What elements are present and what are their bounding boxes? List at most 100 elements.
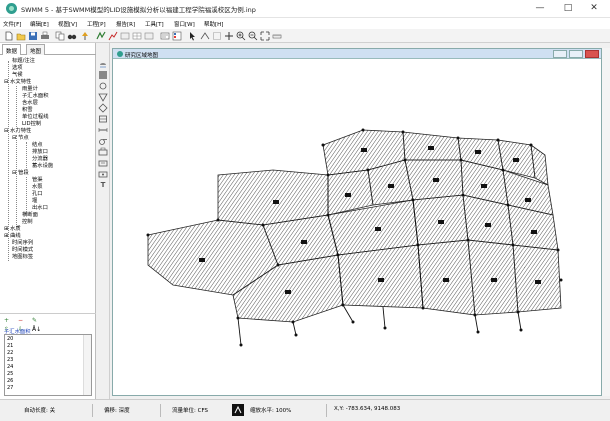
tree-node[interactable]: 含水层 <box>22 100 38 106</box>
junction-node[interactable] <box>466 238 470 242</box>
conduit[interactable] <box>237 317 242 346</box>
run-icon[interactable] <box>96 31 106 41</box>
junction-node[interactable] <box>291 320 295 324</box>
pan-icon[interactable] <box>224 31 234 41</box>
tree-node[interactable]: ⊟ 节点 <box>12 135 29 141</box>
conduit[interactable] <box>474 314 479 333</box>
junction-node[interactable] <box>556 248 560 252</box>
auto-length-status[interactable]: 自动长度: 关 <box>24 406 55 414</box>
junction-node[interactable] <box>276 263 280 267</box>
find-icon[interactable] <box>67 31 77 41</box>
list-item[interactable]: 25 <box>7 371 13 377</box>
junction-node[interactable] <box>326 173 330 177</box>
subcatchment[interactable] <box>530 144 549 186</box>
outlet-tool-icon[interactable] <box>98 169 108 179</box>
tree-node[interactable]: 气候 <box>12 72 23 78</box>
list-item[interactable]: 24 <box>7 364 13 370</box>
print-icon[interactable] <box>40 31 50 41</box>
tab-data[interactable]: 数据 <box>2 44 22 55</box>
options-icon[interactable] <box>160 31 170 41</box>
menu-window[interactable]: 窗口[W] <box>174 20 195 28</box>
close-button[interactable]: ✕ <box>582 2 606 15</box>
subcatchment[interactable] <box>467 239 519 316</box>
junction-node[interactable] <box>366 168 370 172</box>
subcatchment[interactable] <box>512 244 562 313</box>
maximize-button[interactable]: □ <box>556 2 580 15</box>
conduit[interactable] <box>342 304 354 323</box>
junction-tool-icon[interactable] <box>98 81 108 91</box>
menu-tools[interactable]: 工具[T] <box>145 20 164 28</box>
junction-node[interactable] <box>473 313 477 317</box>
label-tool-icon[interactable]: T <box>98 180 108 190</box>
tree-node[interactable]: 堰 <box>32 198 37 204</box>
tree-node[interactable]: 标题/注注 <box>12 58 35 64</box>
zoom-out-icon[interactable] <box>248 31 258 41</box>
add-object-button[interactable]: + <box>4 317 9 324</box>
flow-units-status[interactable]: 流量单位: CFS <box>172 406 208 414</box>
select-pointer-icon[interactable] <box>188 31 198 41</box>
full-extent-icon[interactable] <box>260 31 270 41</box>
tree-node[interactable]: 横断面 <box>22 212 38 218</box>
divider-tool-icon[interactable] <box>98 103 108 113</box>
junction-node[interactable] <box>321 143 325 147</box>
minimize-button[interactable]: — <box>528 2 552 15</box>
list-scrollbar[interactable] <box>83 335 91 395</box>
offsets-status[interactable]: 偏移: 深度 <box>104 406 130 414</box>
menu-edit[interactable]: 编辑[E] <box>30 20 49 28</box>
conduit[interactable] <box>382 306 386 329</box>
legend-icon[interactable] <box>172 31 182 41</box>
map-minimize-button[interactable] <box>553 50 567 58</box>
list-item[interactable]: 27 <box>7 385 13 391</box>
edit-object-button[interactable]: ✎ <box>32 317 37 324</box>
measure-icon[interactable] <box>272 31 282 41</box>
tree-node[interactable]: LID控制 <box>22 121 41 127</box>
sort-button[interactable]: Å↓ <box>32 326 41 333</box>
tree-node[interactable]: 积雪 <box>22 107 33 113</box>
list-item[interactable]: 21 <box>7 343 13 349</box>
conduit[interactable] <box>292 321 297 336</box>
table-icon[interactable] <box>132 31 142 41</box>
copy-icon[interactable] <box>55 31 65 41</box>
list-item[interactable]: 20 <box>7 336 13 342</box>
junction-node[interactable] <box>421 306 425 310</box>
tree-node[interactable]: ⊞ 曲线 <box>4 233 21 239</box>
junction-node[interactable] <box>239 343 243 347</box>
tree-node[interactable]: 结点 <box>32 142 43 148</box>
tree-node[interactable]: 子汇水面积 <box>22 93 49 99</box>
tab-map[interactable]: 地图 <box>26 44 46 55</box>
junction-node[interactable] <box>261 223 265 227</box>
junction-node[interactable] <box>411 198 415 202</box>
tree-node[interactable]: 地图标签 <box>12 254 33 260</box>
junction-node[interactable] <box>146 233 150 237</box>
menu-view[interactable]: 视图[V] <box>58 20 77 28</box>
zoom-in-icon[interactable] <box>236 31 246 41</box>
junction-node[interactable] <box>519 328 523 332</box>
stats-icon[interactable] <box>144 31 154 41</box>
junction-node[interactable] <box>216 218 220 222</box>
tree-node[interactable]: 出水口 <box>32 205 48 211</box>
subcatchment[interactable] <box>217 169 329 226</box>
junction-node[interactable] <box>559 278 563 282</box>
tree-node[interactable]: 时间序列 <box>12 240 33 246</box>
junction-node[interactable] <box>461 193 465 197</box>
junction-node[interactable] <box>459 158 463 162</box>
list-item[interactable]: 26 <box>7 378 13 384</box>
junction-node[interactable] <box>336 253 340 257</box>
list-item[interactable]: 23 <box>7 357 13 363</box>
junction-node[interactable] <box>501 168 505 172</box>
tree-node[interactable]: 单位过程线 <box>22 114 49 120</box>
tree-node[interactable]: 水泵 <box>32 184 43 190</box>
menu-help[interactable]: 帮助[H] <box>204 20 223 28</box>
junction-node[interactable] <box>294 333 298 337</box>
vertex-select-icon[interactable] <box>200 31 210 41</box>
delete-object-button[interactable]: − <box>18 317 23 324</box>
query-icon[interactable] <box>80 31 90 41</box>
tree-node[interactable]: 时间模式 <box>12 247 33 253</box>
tree-node[interactable]: 雨量计 <box>22 86 38 92</box>
junction-node[interactable] <box>383 326 387 330</box>
junction-node[interactable] <box>401 130 405 134</box>
menu-file[interactable]: 文件[F] <box>3 20 21 28</box>
subcatchment[interactable] <box>337 244 424 309</box>
tree-node[interactable]: 选项 <box>12 65 23 71</box>
junction-node[interactable] <box>476 330 480 334</box>
